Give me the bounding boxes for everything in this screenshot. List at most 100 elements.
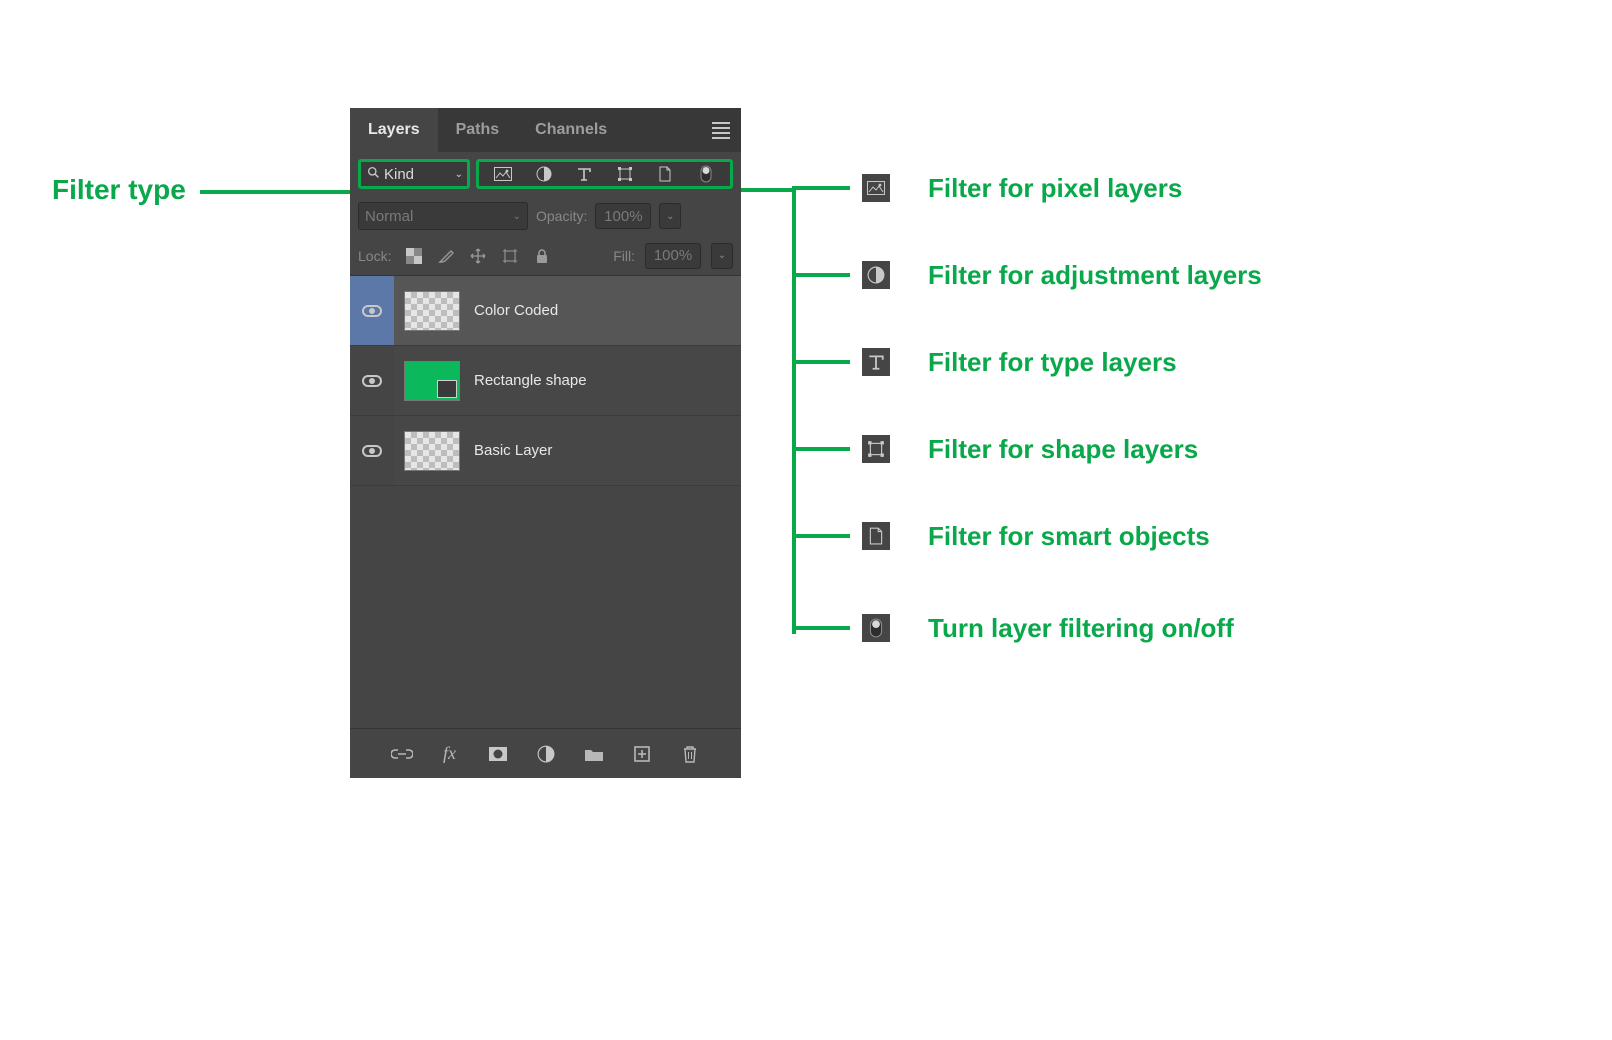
legend-text: Filter for type layers bbox=[928, 347, 1177, 378]
chevron-down-icon: ⌄ bbox=[513, 211, 521, 222]
group-icon bbox=[584, 746, 604, 762]
legend-text: Filter for smart objects bbox=[928, 521, 1210, 552]
layer-visibility-toggle[interactable] bbox=[350, 276, 394, 345]
layer-style-button[interactable]: fx bbox=[437, 741, 463, 767]
lock-position-button[interactable] bbox=[467, 245, 489, 267]
layer-name[interactable]: Rectangle shape bbox=[474, 372, 587, 389]
smart-icon bbox=[868, 527, 884, 545]
filter-toggle-button[interactable] bbox=[692, 163, 720, 185]
opacity-value[interactable]: 100% bbox=[595, 203, 651, 229]
eye-icon bbox=[362, 375, 382, 387]
adjust-icon bbox=[867, 266, 885, 284]
layer-row[interactable]: Rectangle shape bbox=[350, 346, 741, 416]
legend-icon-box bbox=[862, 261, 890, 289]
legend-icon-box bbox=[862, 348, 890, 376]
blend-row: Normal ⌄ Opacity: 100% ⌄ bbox=[350, 196, 741, 236]
fx-icon: fx bbox=[443, 743, 456, 764]
legend-icon-box bbox=[862, 522, 890, 550]
type-icon bbox=[576, 166, 592, 182]
filter-shape-button[interactable] bbox=[611, 163, 639, 185]
chevron-down-icon: ⌄ bbox=[455, 169, 463, 180]
new-adjustment-button[interactable] bbox=[533, 741, 559, 767]
type-icon bbox=[867, 353, 885, 371]
new-group-button[interactable] bbox=[581, 741, 607, 767]
artboard-icon bbox=[501, 247, 519, 265]
annotation-filter-type-label: Filter type bbox=[52, 174, 186, 206]
image-icon bbox=[494, 167, 512, 181]
hamburger-icon bbox=[712, 119, 730, 142]
legend-row-toggle: Turn layer filtering on/off bbox=[792, 614, 1234, 642]
blend-mode-value: Normal bbox=[365, 208, 413, 225]
layer-visibility-toggle[interactable] bbox=[350, 416, 394, 485]
legend-icon-box bbox=[862, 614, 890, 642]
link-layers-button[interactable] bbox=[389, 741, 415, 767]
layer-thumbnail[interactable] bbox=[404, 291, 460, 331]
tab-paths[interactable]: Paths bbox=[438, 108, 518, 152]
layer-visibility-toggle[interactable] bbox=[350, 346, 394, 415]
filter-smart-button[interactable] bbox=[651, 163, 679, 185]
filter-kind-label: Kind bbox=[384, 166, 414, 183]
layers-list: Color Coded Rectangle shape Basic bbox=[350, 276, 741, 728]
annotation-connector bbox=[741, 188, 796, 192]
filter-icons-group bbox=[476, 159, 733, 189]
opacity-label: Opacity: bbox=[536, 208, 587, 224]
legend-row-shape: Filter for shape layers bbox=[792, 435, 1198, 463]
toggle-icon bbox=[869, 618, 883, 638]
toggle-icon bbox=[700, 165, 712, 183]
fill-value[interactable]: 100% bbox=[645, 243, 701, 269]
layer-name[interactable]: Color Coded bbox=[474, 302, 558, 319]
legend-row-smart: Filter for smart objects bbox=[792, 522, 1210, 550]
panel-menu-button[interactable] bbox=[701, 108, 741, 152]
filter-type-button[interactable] bbox=[570, 163, 598, 185]
layer-thumbnail[interactable] bbox=[404, 431, 460, 471]
filter-adjustment-button[interactable] bbox=[530, 163, 558, 185]
tab-layers[interactable]: Layers bbox=[350, 108, 438, 152]
tab-channels[interactable]: Channels bbox=[517, 108, 625, 152]
trash-icon bbox=[682, 745, 698, 763]
opacity-dropdown[interactable]: ⌄ bbox=[659, 203, 681, 229]
fill-dropdown[interactable]: ⌄ bbox=[711, 243, 733, 269]
blend-mode-select[interactable]: Normal ⌄ bbox=[358, 202, 528, 230]
move-icon bbox=[469, 247, 487, 265]
new-icon bbox=[633, 745, 651, 763]
layers-panel: Layers Paths Channels Kind ⌄ bbox=[350, 108, 741, 778]
filter-pixel-button[interactable] bbox=[489, 163, 517, 185]
filter-kind-select[interactable]: Kind ⌄ bbox=[358, 159, 470, 189]
legend-row-type: Filter for type layers bbox=[792, 348, 1177, 376]
annotation-trunk bbox=[792, 188, 796, 634]
panel-header: Layers Paths Channels bbox=[350, 108, 741, 152]
smart-icon bbox=[658, 166, 672, 182]
lock-all-button[interactable] bbox=[531, 245, 553, 267]
shape-icon bbox=[867, 440, 885, 458]
layer-row[interactable]: Color Coded bbox=[350, 276, 741, 346]
layer-thumbnail[interactable] bbox=[404, 361, 460, 401]
legend-text: Turn layer filtering on/off bbox=[928, 613, 1234, 644]
lock-row: Lock: Fill: 100% ⌄ bbox=[350, 236, 741, 276]
legend-icon-box bbox=[862, 435, 890, 463]
image-icon bbox=[867, 181, 885, 195]
lock-transparency-button[interactable] bbox=[403, 245, 425, 267]
lock-artboard-button[interactable] bbox=[499, 245, 521, 267]
legend-text: Filter for shape layers bbox=[928, 434, 1198, 465]
legend-row-adjustment: Filter for adjustment layers bbox=[792, 261, 1262, 289]
lock-label: Lock: bbox=[358, 248, 391, 264]
shape-icon bbox=[617, 166, 633, 182]
layer-name[interactable]: Basic Layer bbox=[474, 442, 552, 459]
annotation-filter-type-line bbox=[200, 190, 350, 194]
checker-icon bbox=[406, 248, 422, 264]
adjust-icon bbox=[537, 745, 555, 763]
search-icon bbox=[367, 166, 380, 182]
brush-icon bbox=[437, 247, 455, 265]
mask-icon bbox=[488, 746, 508, 762]
legend-row-pixel: Filter for pixel layers bbox=[792, 174, 1182, 202]
delete-layer-button[interactable] bbox=[677, 741, 703, 767]
legend-icon-box bbox=[862, 174, 890, 202]
eye-icon bbox=[362, 305, 382, 317]
panel-bottom-bar: fx bbox=[350, 728, 741, 778]
add-mask-button[interactable] bbox=[485, 741, 511, 767]
legend-text: Filter for adjustment layers bbox=[928, 260, 1262, 291]
lock-pixels-button[interactable] bbox=[435, 245, 457, 267]
layer-row[interactable]: Basic Layer bbox=[350, 416, 741, 486]
fill-label: Fill: bbox=[613, 248, 635, 264]
new-layer-button[interactable] bbox=[629, 741, 655, 767]
